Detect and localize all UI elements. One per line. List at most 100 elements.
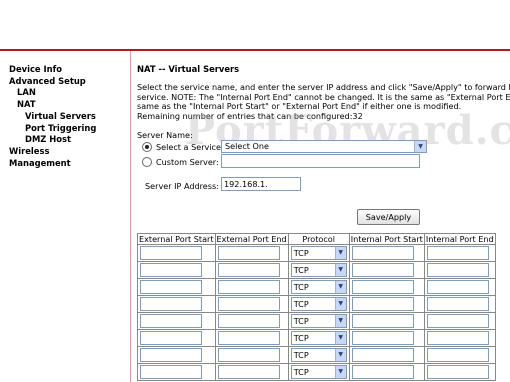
external-port-end-input[interactable] — [217, 263, 280, 277]
external-port-start-input[interactable] — [140, 348, 202, 362]
table-cell — [423, 363, 496, 381]
table-row: TCP ▼ — [137, 363, 496, 381]
custom-server-input[interactable] — [221, 154, 420, 168]
table-cell — [214, 329, 289, 347]
protocol-select[interactable]: TCP ▼ — [290, 348, 347, 362]
table-cell — [423, 261, 496, 279]
external-port-end-input[interactable] — [217, 365, 280, 379]
nav-device-info[interactable]: Device Info — [9, 64, 96, 76]
table-cell: TCP ▼ — [287, 244, 350, 262]
save-apply-button[interactable]: Save/Apply — [357, 209, 420, 225]
table-cell — [137, 346, 216, 364]
external-port-end-input[interactable] — [217, 348, 280, 362]
external-port-end-input[interactable] — [217, 331, 280, 345]
internal-port-end-input[interactable] — [426, 297, 489, 311]
service-select[interactable]: Select One ▼ — [221, 140, 427, 153]
protocol-select[interactable]: TCP ▼ — [290, 314, 347, 328]
top-banner — [0, 0, 510, 51]
internal-port-end-input[interactable] — [426, 314, 489, 328]
external-port-start-input[interactable] — [140, 365, 202, 379]
table-cell — [214, 295, 289, 313]
internal-port-start-input[interactable] — [351, 297, 414, 311]
table-cell — [348, 363, 425, 381]
internal-port-end-input[interactable] — [426, 246, 489, 260]
table-cell — [423, 329, 496, 347]
table-cell — [137, 244, 216, 262]
table-cell — [423, 346, 496, 364]
table-cell: TCP ▼ — [287, 295, 350, 313]
server-ip-input[interactable]: 192.168.1. — [221, 177, 301, 191]
table-cell: TCP ▼ — [287, 278, 350, 296]
external-port-start-input[interactable] — [140, 331, 202, 345]
chevron-down-icon: ▼ — [334, 264, 346, 276]
col-external-port-end: External Port End — [214, 233, 289, 245]
protocol-select[interactable]: TCP ▼ — [290, 297, 347, 311]
table-cell: TCP ▼ — [287, 346, 350, 364]
protocol-value: TCP — [293, 299, 309, 309]
external-port-end-input[interactable] — [217, 246, 280, 260]
protocol-select[interactable]: TCP ▼ — [290, 365, 347, 379]
nav-port-triggering[interactable]: Port Triggering — [9, 123, 96, 135]
nav-dmz-host[interactable]: DMZ Host — [9, 134, 96, 146]
protocol-select[interactable]: TCP ▼ — [290, 280, 347, 294]
col-internal-port-end: Internal Port End — [423, 233, 496, 245]
nav-lan[interactable]: LAN — [9, 87, 96, 99]
protocol-select[interactable]: TCP ▼ — [290, 331, 347, 345]
table-row: TCP ▼ — [137, 244, 496, 262]
custom-server-radio[interactable] — [142, 157, 152, 167]
col-protocol: Protocol — [287, 233, 350, 245]
external-port-end-input[interactable] — [217, 314, 280, 328]
external-port-start-input[interactable] — [140, 263, 202, 277]
main-content: NAT -- Virtual Servers Select the servic… — [137, 51, 510, 382]
select-service-radio[interactable] — [142, 142, 152, 152]
protocol-value: TCP — [293, 316, 309, 326]
table-cell: TCP ▼ — [287, 261, 350, 279]
nav-wireless[interactable]: Wireless — [9, 146, 96, 158]
table-cell — [348, 312, 425, 330]
table-cell — [137, 295, 216, 313]
external-port-end-input[interactable] — [217, 297, 280, 311]
table-cell — [348, 261, 425, 279]
external-port-end-input[interactable] — [217, 280, 280, 294]
internal-port-end-input[interactable] — [426, 280, 489, 294]
table-row: TCP ▼ — [137, 346, 496, 364]
table-cell — [214, 346, 289, 364]
internal-port-start-input[interactable] — [351, 365, 414, 379]
table-cell — [214, 244, 289, 262]
external-port-start-input[interactable] — [140, 280, 202, 294]
external-port-start-input[interactable] — [140, 246, 202, 260]
internal-port-end-input[interactable] — [426, 365, 489, 379]
table-cell — [423, 295, 496, 313]
server-name-label: Server Name: — [137, 130, 193, 140]
table-cell — [137, 363, 216, 381]
protocol-value: TCP — [293, 248, 309, 258]
description-line: Remaining number of entries that can be … — [137, 110, 363, 121]
internal-port-start-input[interactable] — [351, 314, 414, 328]
nav-nat[interactable]: NAT — [9, 99, 96, 111]
table-row: TCP ▼ — [137, 312, 496, 330]
external-port-start-input[interactable] — [140, 297, 202, 311]
protocol-select[interactable]: TCP ▼ — [290, 263, 347, 277]
chevron-down-icon: ▼ — [334, 315, 346, 327]
internal-port-end-input[interactable] — [426, 348, 489, 362]
chevron-down-icon: ▼ — [334, 332, 346, 344]
table-cell — [137, 312, 216, 330]
internal-port-start-input[interactable] — [351, 348, 414, 362]
nav-management[interactable]: Management — [9, 158, 96, 170]
nav-virtual-servers[interactable]: Virtual Servers — [9, 111, 96, 123]
chevron-down-icon: ▼ — [334, 247, 346, 259]
col-internal-port-start: Internal Port Start — [348, 233, 425, 245]
table-row: TCP ▼ — [137, 329, 496, 347]
nav-advanced-setup[interactable]: Advanced Setup — [9, 76, 96, 88]
internal-port-start-input[interactable] — [351, 246, 414, 260]
page-title: NAT -- Virtual Servers — [137, 64, 240, 74]
internal-port-start-input[interactable] — [351, 331, 414, 345]
protocol-select[interactable]: TCP ▼ — [290, 246, 347, 260]
internal-port-start-input[interactable] — [351, 280, 414, 294]
internal-port-end-input[interactable] — [426, 263, 489, 277]
internal-port-end-input[interactable] — [426, 331, 489, 345]
internal-port-start-input[interactable] — [351, 263, 414, 277]
table-cell — [137, 278, 216, 296]
table-cell — [423, 278, 496, 296]
external-port-start-input[interactable] — [140, 314, 202, 328]
